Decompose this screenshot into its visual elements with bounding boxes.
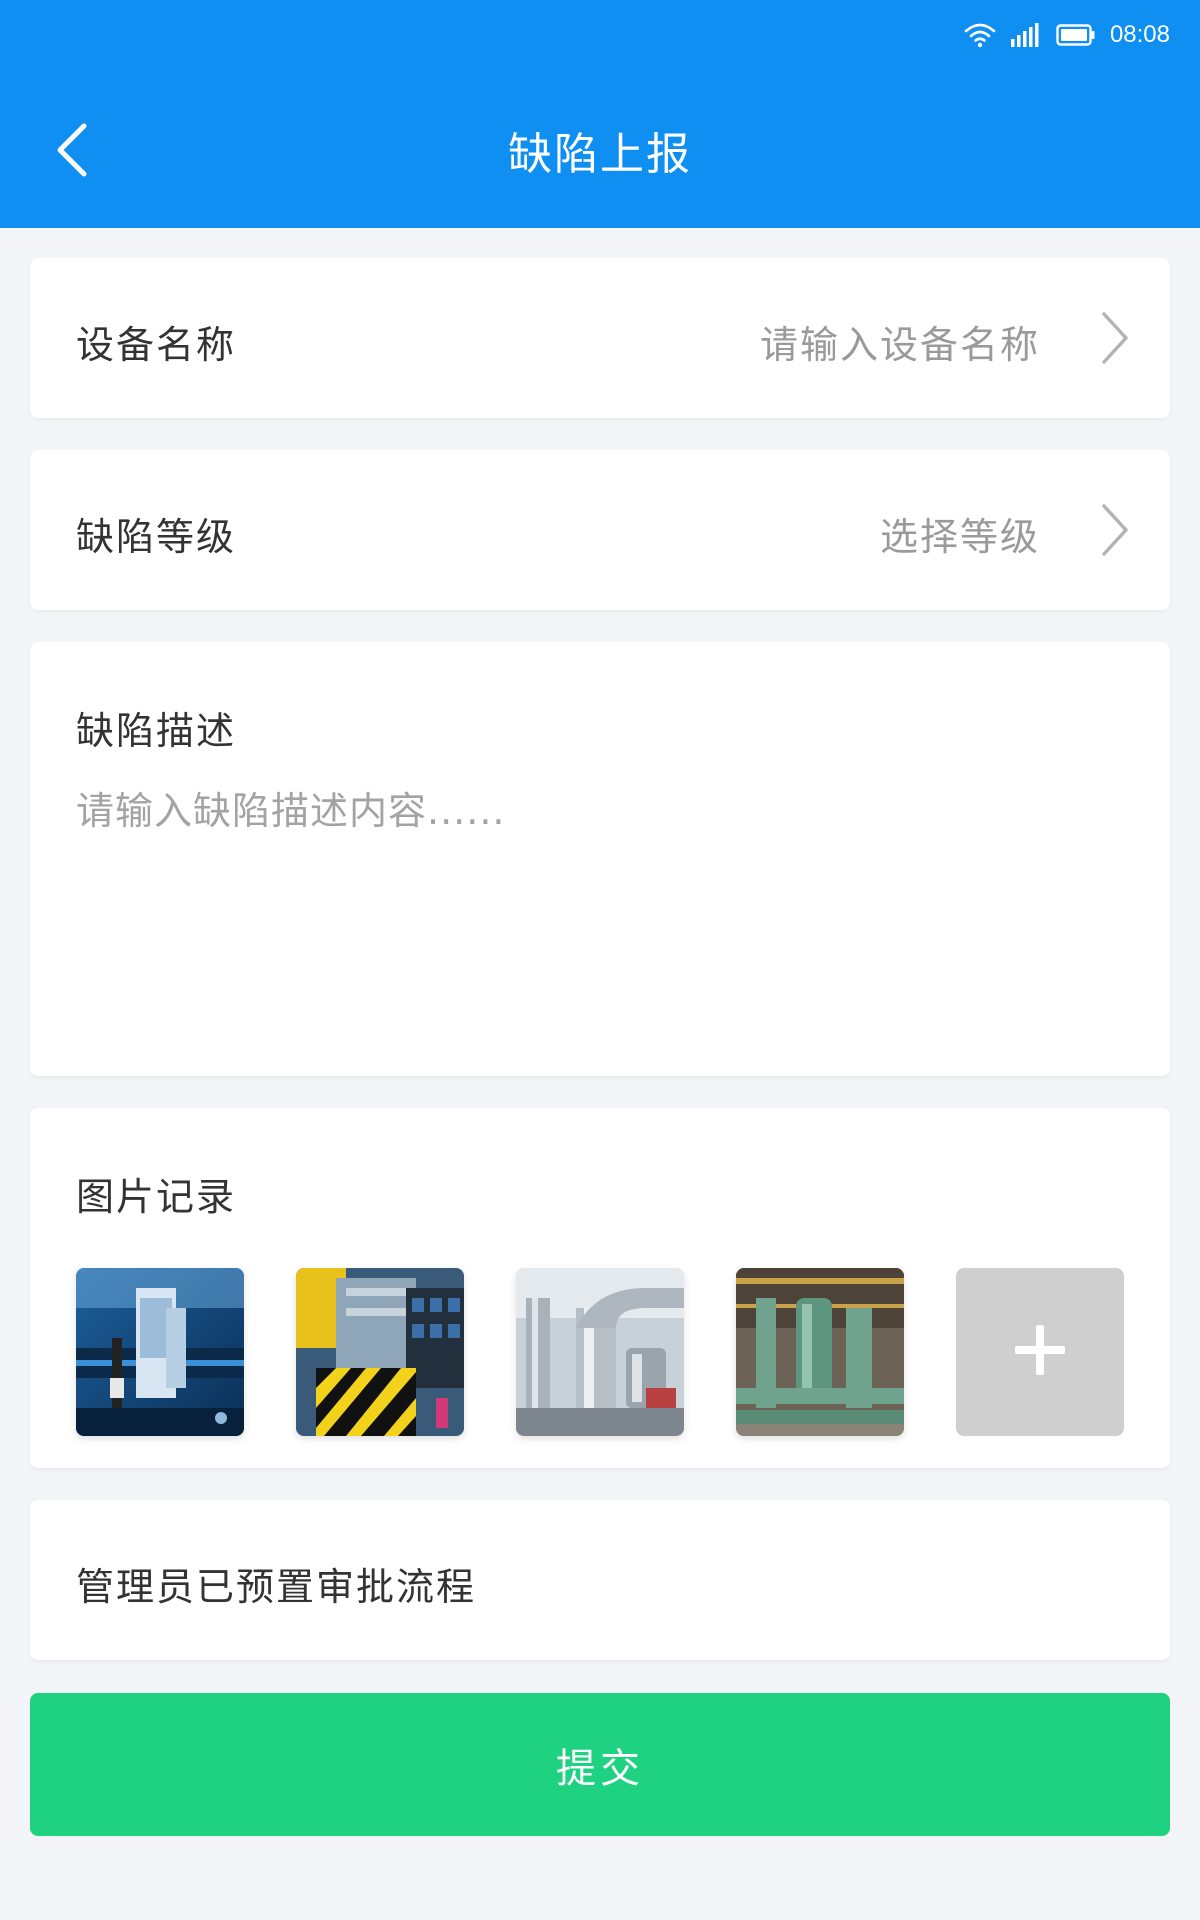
- app-bar: 08:08 缺陷上报: [0, 0, 1200, 228]
- add-photo-button[interactable]: [956, 1268, 1124, 1436]
- defect-level-placeholder: 选择等级: [879, 515, 1040, 559]
- defect-description-field[interactable]: 缺陷描述 请输入缺陷描述内容......: [30, 642, 1170, 1076]
- photo-record-section: 图片记录: [30, 1108, 1170, 1468]
- defect-description-placeholder: 请输入缺陷描述内容......: [76, 789, 506, 833]
- device-name-label: 设备名称: [76, 323, 237, 367]
- photo-list: [76, 1268, 1124, 1436]
- equipment-photo-1[interactable]: [76, 1268, 244, 1436]
- status-time: 08:08: [1109, 21, 1170, 48]
- page-title: 缺陷上报: [508, 129, 692, 180]
- equipment-photo-4[interactable]: [736, 1268, 904, 1436]
- submit-button[interactable]: 提交: [30, 1693, 1170, 1836]
- photo-record-label: 图片记录: [76, 1175, 237, 1219]
- defect-level-label: 缺陷等级: [76, 515, 237, 559]
- signal-icon: [1010, 22, 1042, 48]
- device-name-placeholder: 请输入设备名称: [759, 323, 1040, 367]
- device-name-field[interactable]: 设备名称 请输入设备名称: [30, 258, 1170, 418]
- equipment-photo-3[interactable]: [516, 1268, 684, 1436]
- chevron-right-icon: [1100, 312, 1130, 368]
- status-bar: 08:08: [964, 18, 1170, 52]
- wifi-icon: [964, 22, 996, 48]
- battery-icon: [1056, 23, 1096, 47]
- chevron-right-icon: [1100, 504, 1130, 560]
- approval-info: 管理员已预置审批流程: [30, 1500, 1170, 1660]
- defect-level-select[interactable]: 缺陷等级 选择等级: [30, 450, 1170, 610]
- defect-description-label: 缺陷描述: [76, 709, 237, 753]
- approval-text: 管理员已预置审批流程: [76, 1565, 477, 1609]
- equipment-photo-2[interactable]: [296, 1268, 464, 1436]
- plus-icon: [1011, 1321, 1069, 1383]
